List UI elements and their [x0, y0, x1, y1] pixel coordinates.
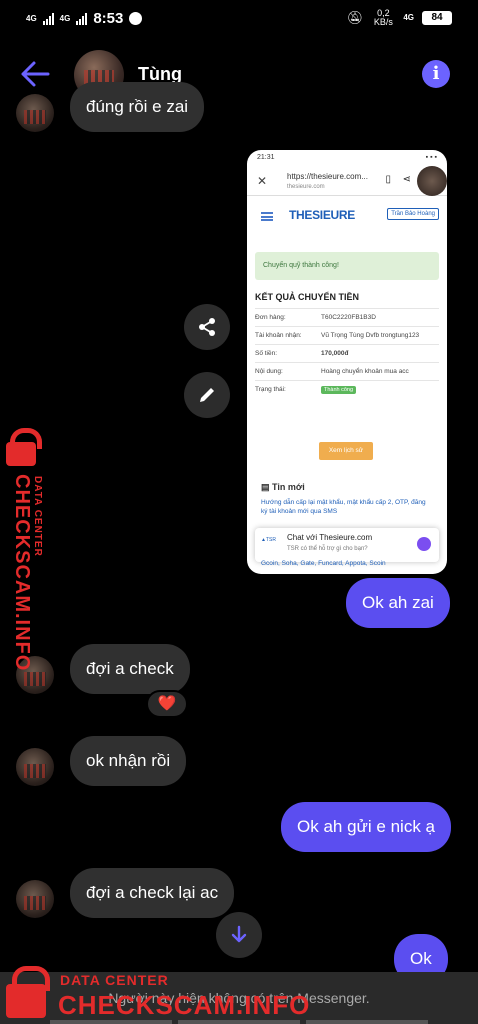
chat-title: Chat với Thesieure.com: [287, 533, 373, 542]
network-speed: 0,2 KB/s: [373, 8, 393, 27]
info-icon[interactable]: i: [422, 60, 450, 88]
table-row: Đơn hàng: T60C2220FB1B3D: [255, 308, 439, 326]
screenshot-success-alert: Chuyển quỹ thành công!: [255, 252, 439, 280]
menu-icon: [261, 212, 273, 221]
heart-reaction-icon[interactable]: ❤️: [146, 690, 188, 718]
network-type-3: 4G: [403, 13, 414, 22]
news-link: Hướng dẫn cấp lại mật khẩu, mật khẩu cấp…: [261, 499, 426, 515]
contact-avatar-small[interactable]: [16, 748, 54, 786]
status-bar: 4G 4G 8:53 🔕︎ 0,2 KB/s 4G 84: [0, 0, 478, 36]
arrow-down-icon[interactable]: [216, 912, 262, 958]
screenshot-url-bar: ✕ https://thesieure.com... thesieure.com…: [247, 166, 447, 196]
shared-screenshot-image[interactable]: 21:31 ▪ ▪ ▪ ✕ https://thesieure.com... th…: [247, 150, 447, 574]
contact-avatar-small[interactable]: [16, 94, 54, 132]
screenshot-avatar: [417, 166, 447, 196]
bookmark-icon: ▯: [385, 174, 391, 185]
share-icon: ⋖: [402, 174, 411, 185]
watermark-label: DATA CENTER: [60, 972, 169, 988]
share-icon[interactable]: [184, 304, 230, 350]
table-row: Nội dung: Hoàng chuyển khoản mua acc: [255, 362, 439, 380]
signal-icon: [42, 12, 54, 25]
contact-avatar-small[interactable]: [16, 880, 54, 918]
screenshot-url-sub: thesieure.com: [287, 184, 325, 190]
network-type-1: 4G: [26, 13, 37, 23]
screenshot-nav: THESIEURE Trần Bảo Hoàng: [247, 206, 447, 236]
screenshot-heading: KẾT QUẢ CHUYỂN TIỀN: [255, 292, 360, 302]
incoming-message-partial[interactable]: đúng rồi e zai: [70, 82, 205, 132]
screenshot-logo: THESIEURE: [289, 208, 355, 222]
table-row: Tài khoản nhận: Vũ Trọng Tùng Dvfb trongt…: [255, 326, 439, 344]
watermark-label: DATA CENTER: [32, 476, 43, 557]
screenshot-cut-text: Gcoin, Soha, Gate, Funcard, Appota, Scoi…: [261, 560, 386, 567]
screenshot-table: Đơn hàng: T60C2220FB1B3D Tài khoản nhận: V…: [255, 308, 439, 399]
close-icon: ✕: [257, 174, 268, 188]
history-button: Xem lịch sử: [319, 442, 373, 460]
lock-icon: [6, 966, 50, 1018]
incoming-message[interactable]: đợi a check: [70, 644, 190, 694]
incoming-message[interactable]: ok nhận rồi: [70, 736, 187, 786]
status-badge: Thành công: [321, 386, 357, 394]
network-type-2: 4G: [59, 13, 71, 23]
watermark-vertical: CHECKSCAM.INFO DATA CENTER: [2, 428, 50, 671]
screenshot-user: Trần Bảo Hoàng: [387, 208, 439, 220]
outgoing-message[interactable]: Ok ah zai: [346, 578, 450, 628]
thesieure-mini-logo: ▲TSR: [261, 537, 276, 543]
messenger-icon: [417, 537, 431, 551]
screenshot-chat-widget: ▲TSR Chat với Thesieure.com TSR có thể h…: [255, 528, 439, 562]
screenshot-url: https://thesieure.com...: [287, 172, 368, 181]
clock: 8:53: [93, 10, 124, 27]
messenger-icon: [129, 12, 143, 25]
incoming-message[interactable]: đợi a check lại ac: [70, 868, 235, 918]
lock-icon: [6, 428, 42, 466]
signal-icon: [76, 12, 88, 25]
screenshot-status-bar: 21:31 ▪ ▪ ▪: [247, 150, 447, 166]
mute-icon: 🔕︎: [346, 10, 364, 25]
pencil-icon[interactable]: [184, 372, 230, 418]
screenshot-time: 21:31: [257, 154, 275, 161]
outgoing-message[interactable]: Ok ah gửi e nick ạ: [281, 802, 452, 852]
watermark-brand: CHECKSCAM.INFO: [58, 990, 311, 1020]
news-heading: ▤ Tin mới: [261, 482, 305, 492]
arrow-left-icon[interactable]: [20, 60, 52, 88]
table-row: Trạng thái: Thành công: [255, 380, 439, 399]
screenshot-status-icons: ▪ ▪ ▪: [425, 154, 437, 161]
table-row: Số tiền: 170,000đ: [255, 344, 439, 362]
chat-subtitle: TSR có thể hỗ trợ gì cho bạn?: [287, 546, 368, 552]
watermark-brand: CHECKSCAM.INFO: [11, 474, 33, 672]
battery-indicator: 84: [422, 11, 452, 25]
